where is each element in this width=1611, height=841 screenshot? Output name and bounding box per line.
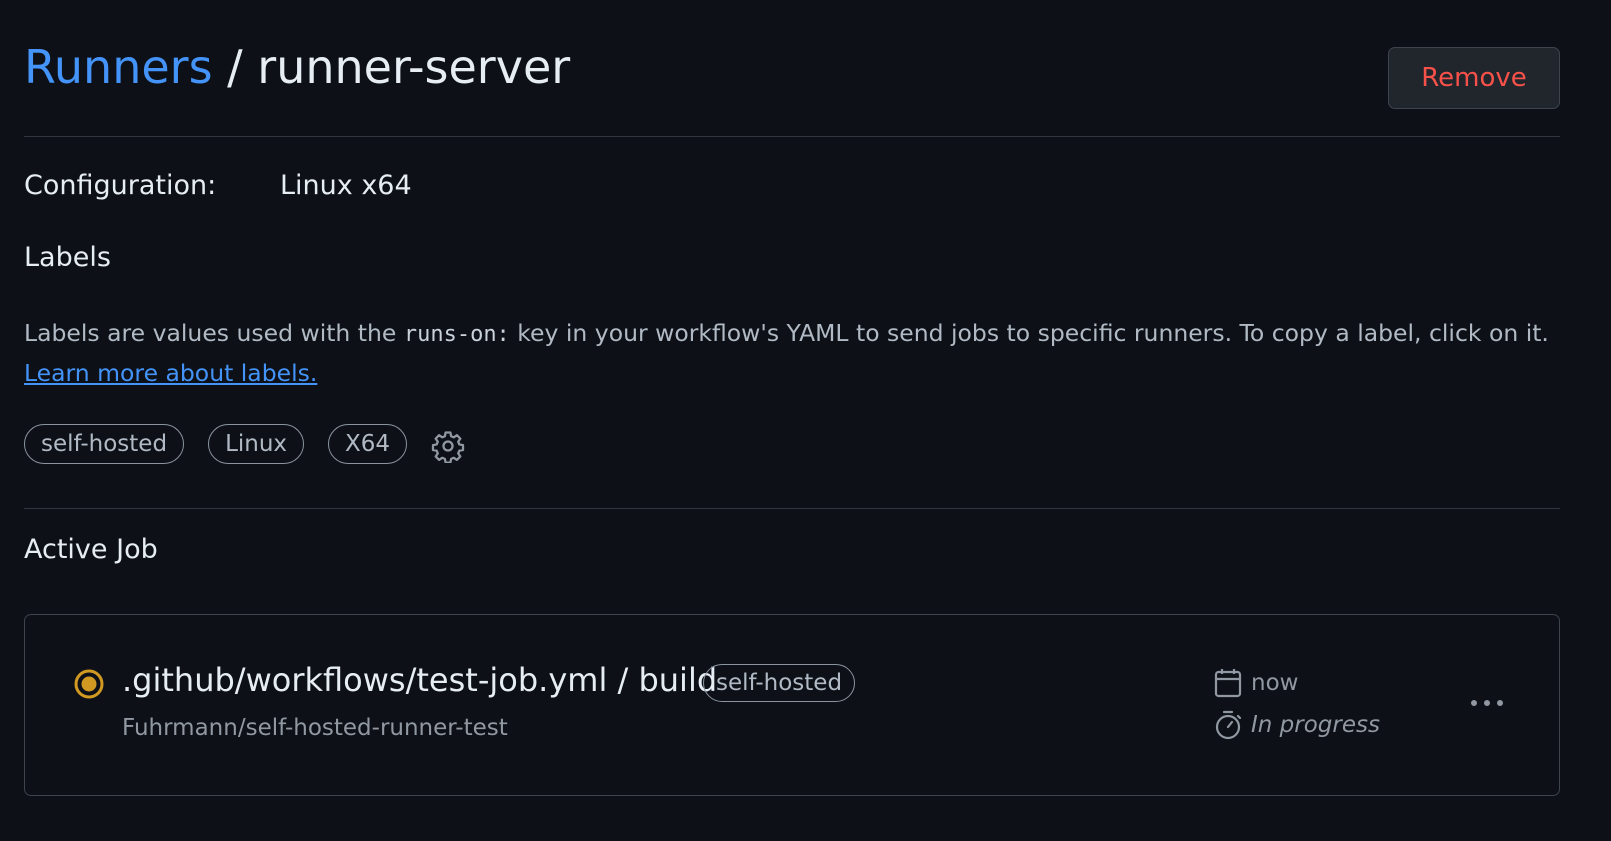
page-title: Runners / runner-server (24, 40, 570, 95)
breadcrumb-runners-link[interactable]: Runners (24, 40, 213, 94)
labels-heading: Labels (24, 242, 111, 273)
section-divider (24, 508, 1560, 509)
job-duration: In progress (1213, 709, 1380, 741)
label-list: self-hosted Linux X64 (24, 424, 465, 464)
job-started-time: now (1251, 670, 1299, 696)
job-started: now (1213, 667, 1298, 699)
runs-on-code: runs-on: (403, 322, 510, 347)
breadcrumb-separator: / (212, 40, 258, 94)
gear-icon[interactable] (431, 429, 465, 463)
kebab-icon[interactable] (1465, 687, 1509, 719)
job-label-badge: self-hosted (703, 664, 856, 702)
configuration-row: Configuration: Linux x64 (24, 170, 412, 201)
label-self-hosted[interactable]: self-hosted (24, 424, 185, 464)
configuration-value: Linux x64 (280, 170, 412, 201)
runner-name: runner-server (257, 40, 571, 94)
page-header: Runners / runner-server Remove (24, 0, 1560, 137)
runner-page: Runners / runner-server Remove Configura… (0, 0, 1611, 841)
label-x64[interactable]: X64 (328, 424, 408, 464)
job-repository: Fuhrmann/self-hosted-runner-test (122, 715, 508, 741)
active-job-card: .github/workflows/test-job.yml / build s… (24, 614, 1560, 796)
label-linux[interactable]: Linux (208, 424, 305, 464)
job-title-link[interactable]: .github/workflows/test-job.yml / build (122, 661, 717, 699)
learn-more-labels-link[interactable]: Learn more about labels. (24, 359, 317, 387)
in-progress-status-icon (73, 668, 105, 700)
active-job-heading: Active Job (24, 534, 158, 565)
calendar-icon (1214, 669, 1242, 698)
job-status-text: In progress (1251, 712, 1380, 738)
labels-desc-text-2: key in your workflow's YAML to send jobs… (509, 319, 1549, 347)
stopwatch-icon (1215, 710, 1242, 740)
configuration-label: Configuration: (24, 170, 217, 201)
labels-description: Labels are values used with the runs-on:… (24, 314, 1564, 393)
remove-button[interactable]: Remove (1388, 47, 1560, 109)
labels-desc-text-1: Labels are values used with the (24, 319, 404, 347)
